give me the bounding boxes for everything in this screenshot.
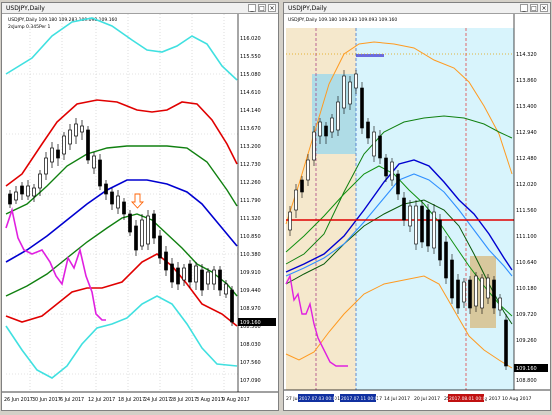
left-chart-titlebar[interactable]: USDJPY,Daily _ □ × [2,3,278,14]
minimize-icon[interactable]: _ [520,4,528,12]
svg-text:114.610: 114.610 [240,90,261,96]
right-chart-window[interactable]: USDJPY,Daily _ □ × USDJPY,Daily 109.180 … [283,2,551,411]
close-icon[interactable]: × [268,4,276,12]
svg-text:112.730: 112.730 [240,162,261,168]
right-chart-titlebar[interactable]: USDJPY,Daily _ □ × [284,3,550,14]
right-chart-title: USDJPY,Daily [288,5,327,12]
maximize-icon[interactable]: □ [530,4,538,12]
svg-text:113.200: 113.200 [240,144,261,150]
svg-text:110.850: 110.850 [240,234,261,240]
svg-text:14 Jul 2017: 14 Jul 2017 [384,396,410,402]
svg-text:18 Jul 2017: 18 Jul 2017 [118,397,145,403]
left-chart-title: USDJPY,Daily [6,5,45,12]
close-icon[interactable]: × [540,4,548,12]
svg-text:111.790: 111.790 [240,198,261,204]
purple-marker [356,54,384,57]
svg-text:109.440: 109.440 [240,288,261,294]
right-current-price: 109.160 [516,366,537,372]
svg-text:110.180: 110.180 [516,286,537,292]
svg-text:114.140: 114.140 [240,108,261,114]
svg-text:116.020: 116.020 [240,36,261,42]
svg-text:2017.07.03 00:00: 2017.07.03 00:00 [299,396,338,402]
left-date-axis: 26 Jun 2017 30 Jun 2017 6 Jul 2017 12 Ju… [4,397,250,403]
left-current-price: 109.160 [240,320,261,326]
svg-text:24 Jul 2017: 24 Jul 2017 [144,397,171,403]
svg-text:111.100: 111.100 [516,234,537,240]
svg-text:12 Jul 2017: 12 Jul 2017 [88,397,115,403]
svg-text:113.400: 113.400 [516,104,537,110]
left-chart-window[interactable]: USDJPY,Daily _ □ × USDJPY,Daily 109.180 … [1,2,279,411]
maximize-icon[interactable]: □ [258,4,266,12]
svg-text:2017.08.01 00:00: 2017.08.01 00:00 [449,396,488,402]
svg-text:115.080: 115.080 [240,72,261,78]
right-chart-canvas[interactable]: USDJPY,Daily 109.180 109.283 109.093 109… [284,14,550,410]
svg-text:109.720: 109.720 [516,312,537,318]
svg-text:2017.07.11 00:00: 2017.07.11 00:00 [341,396,380,402]
svg-text:113.670: 113.670 [240,126,261,132]
svg-text:108.800: 108.800 [516,378,537,384]
svg-text:109.910: 109.910 [240,270,261,276]
svg-text:20 Jul 2017: 20 Jul 2017 [414,396,440,402]
svg-text:107.560: 107.560 [240,360,261,366]
svg-text:10 Aug 2017: 10 Aug 2017 [502,396,532,402]
left-chart-canvas[interactable]: USDJPY,Daily 109.180 109.283 109.093 109… [2,14,278,410]
svg-text:28 Jul 2017: 28 Jul 2017 [170,397,197,403]
svg-text:3 Aug 2017: 3 Aug 2017 [196,397,224,403]
svg-text:108.030: 108.030 [240,342,261,348]
svg-text:108.970: 108.970 [240,306,261,312]
svg-text:115.550: 115.550 [240,54,261,60]
svg-text:110.380: 110.380 [240,252,261,258]
svg-text:113.860: 113.860 [516,78,537,84]
svg-text:112.260: 112.260 [240,180,261,186]
svg-text:26 Jun 2017: 26 Jun 2017 [4,397,33,403]
svg-text:112.480: 112.480 [516,156,537,162]
svg-text:114.320: 114.320 [516,52,537,58]
right-info-line: USDJPY,Daily 109.180 109.283 109.093 109… [288,17,397,23]
svg-text:109.260: 109.260 [516,338,537,344]
svg-text:9 Aug 2017: 9 Aug 2017 [222,397,250,403]
svg-text:112.020: 112.020 [516,182,537,188]
svg-text:6 Jul 2017: 6 Jul 2017 [60,397,84,403]
minimize-icon[interactable]: _ [248,4,256,12]
svg-text:107.090: 107.090 [240,378,261,384]
svg-text:110.640: 110.640 [516,260,537,266]
svg-text:112.940: 112.940 [516,130,537,136]
left-indicator-label: 2sJump 0.345Per 1 [8,24,51,30]
svg-text:30 Jun 2017: 30 Jun 2017 [32,397,61,403]
svg-text:111.320: 111.320 [240,216,261,222]
sky-shaded-region [356,28,514,390]
svg-text:111.560: 111.560 [516,208,537,214]
